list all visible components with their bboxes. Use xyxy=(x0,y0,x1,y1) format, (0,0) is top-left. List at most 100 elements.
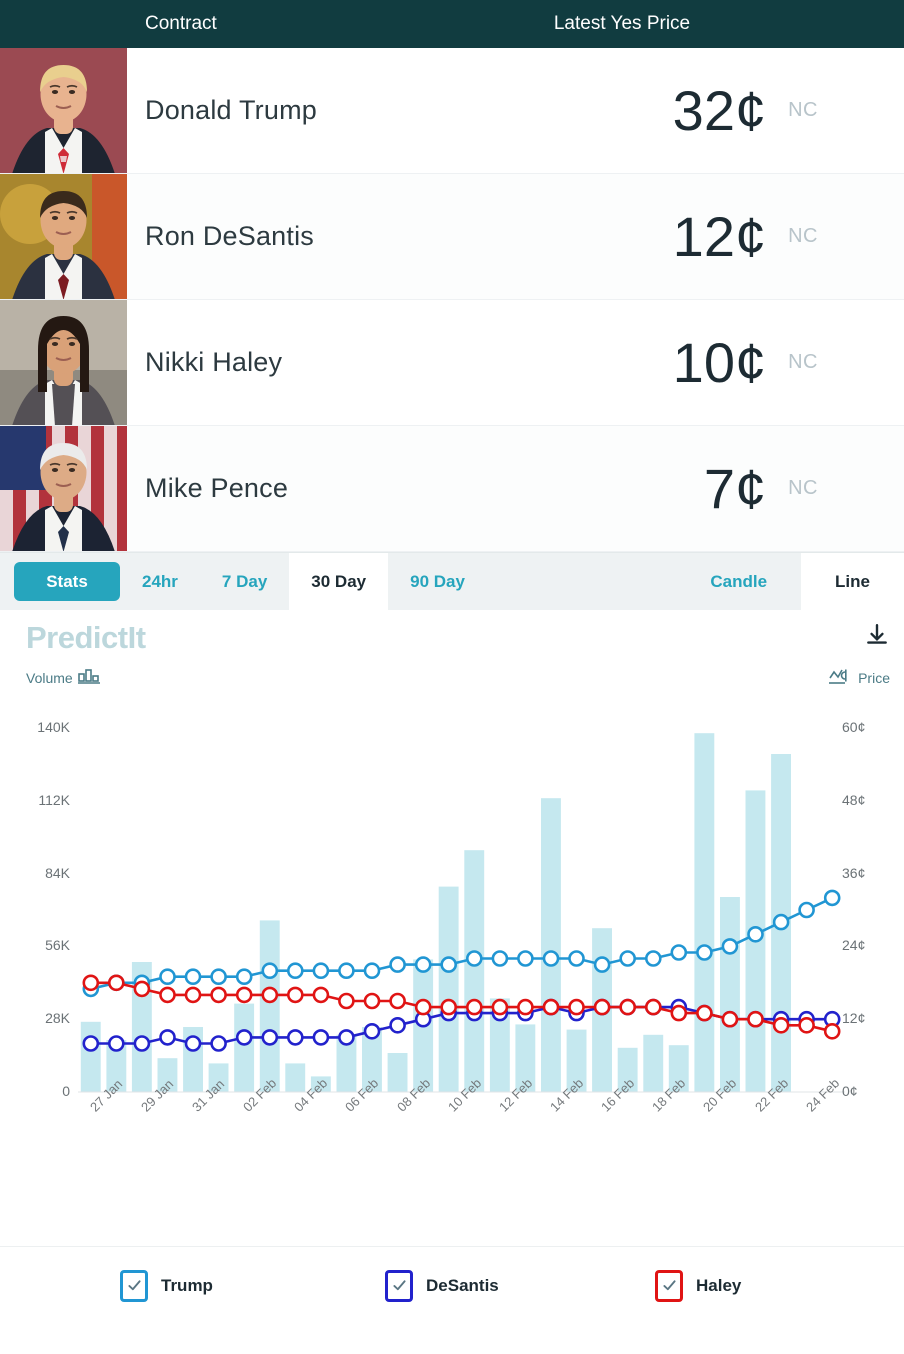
series-point[interactable] xyxy=(159,986,176,1004)
table-row[interactable]: Mike Pence 7¢ NC xyxy=(0,426,904,552)
series-point[interactable] xyxy=(491,998,509,1016)
series-point[interactable] xyxy=(210,986,227,1004)
series-point[interactable] xyxy=(542,998,560,1016)
series-point[interactable] xyxy=(747,925,764,943)
series-point[interactable] xyxy=(338,962,355,980)
series-point[interactable] xyxy=(184,1035,202,1052)
legend-item-trump[interactable]: Trump xyxy=(120,1269,213,1302)
series-point[interactable] xyxy=(644,998,662,1016)
series-point[interactable] xyxy=(644,950,662,967)
stats-button[interactable]: Stats xyxy=(14,562,120,601)
series-point[interactable] xyxy=(338,992,355,1010)
series-point[interactable] xyxy=(619,950,637,967)
series-point[interactable] xyxy=(389,1016,406,1034)
table-row[interactable]: Ron DeSantis 12¢ NC xyxy=(0,174,904,300)
series-point[interactable] xyxy=(363,962,381,980)
series-point[interactable] xyxy=(568,998,585,1016)
volume-bar xyxy=(438,886,459,1092)
table-row[interactable]: Nikki Haley 10¢ NC xyxy=(0,300,904,426)
series-point[interactable] xyxy=(414,998,432,1016)
series-point[interactable] xyxy=(823,1022,841,1040)
series-point[interactable] xyxy=(261,1029,279,1046)
series-point[interactable] xyxy=(389,992,406,1010)
series-point[interactable] xyxy=(159,1029,176,1046)
series-point[interactable] xyxy=(82,974,100,992)
series-point[interactable] xyxy=(721,1010,739,1028)
series-point[interactable] xyxy=(823,889,841,907)
series-point[interactable] xyxy=(312,962,330,980)
series-point[interactable] xyxy=(235,968,253,986)
series-point[interactable] xyxy=(82,1035,100,1052)
series-point[interactable] xyxy=(184,968,202,986)
volume-bar xyxy=(80,1021,101,1092)
series-point[interactable] xyxy=(670,944,688,961)
series-point[interactable] xyxy=(312,986,330,1004)
series-point[interactable] xyxy=(721,938,739,955)
series-point[interactable] xyxy=(798,1016,815,1034)
series-point[interactable] xyxy=(159,968,176,986)
series-point[interactable] xyxy=(440,998,458,1016)
range-tab-24hr[interactable]: 24hr xyxy=(120,553,200,610)
series-point[interactable] xyxy=(619,998,637,1016)
series-point[interactable] xyxy=(210,1035,227,1052)
check-icon xyxy=(662,1280,676,1291)
series-point[interactable] xyxy=(696,1004,713,1022)
legend-checkbox-haley[interactable] xyxy=(655,1269,683,1302)
series-point[interactable] xyxy=(133,1035,151,1052)
series-point[interactable] xyxy=(235,986,253,1004)
series-point[interactable] xyxy=(517,950,534,967)
series-point[interactable] xyxy=(133,980,151,998)
legend-item-desantis[interactable]: DeSantis xyxy=(385,1269,499,1302)
contract-name: Donald Trump xyxy=(145,95,317,125)
series-point[interactable] xyxy=(747,1010,764,1028)
series-point[interactable] xyxy=(414,956,432,973)
series-point[interactable] xyxy=(210,968,227,986)
series-point[interactable] xyxy=(593,956,611,973)
series-point[interactable] xyxy=(542,950,560,967)
range-tab-30-day[interactable]: 30 Day xyxy=(289,553,389,610)
legend-checkbox-desantis[interactable] xyxy=(385,1269,413,1302)
range-tab-7-day[interactable]: 7 Day xyxy=(200,553,289,610)
series-point[interactable] xyxy=(772,913,790,931)
series-point[interactable] xyxy=(465,950,483,967)
series-point[interactable] xyxy=(312,1029,330,1046)
series-point[interactable] xyxy=(389,956,406,973)
table-row[interactable]: Donald Trump 32¢ NC xyxy=(0,48,904,174)
volume-bar xyxy=(259,920,280,1092)
series-point[interactable] xyxy=(517,998,534,1016)
series-point[interactable] xyxy=(363,992,381,1010)
series-point[interactable] xyxy=(670,1004,688,1022)
series-point[interactable] xyxy=(491,950,509,967)
series-point[interactable] xyxy=(286,962,304,980)
series-point[interactable] xyxy=(696,944,713,961)
series-point[interactable] xyxy=(286,986,304,1004)
series-point[interactable] xyxy=(261,962,279,980)
legend-item-haley[interactable]: Haley xyxy=(655,1269,741,1302)
legend-checkbox-trump[interactable] xyxy=(120,1269,148,1302)
contract-name: Nikki Haley xyxy=(145,347,283,377)
series-point[interactable] xyxy=(184,986,202,1004)
mode-tab-candle[interactable]: Candle xyxy=(676,553,801,610)
series-point[interactable] xyxy=(593,998,611,1016)
mode-tab-line[interactable]: Line xyxy=(801,553,904,610)
series-point[interactable] xyxy=(568,950,585,967)
chart-plot-area[interactable]: 0 0¢ 28K 12¢ 56K 24¢ 84K 36¢ 112K 48¢ 140K 60¢ 27 Ja… xyxy=(0,610,904,1246)
volume-bar xyxy=(464,850,485,1092)
series-point[interactable] xyxy=(798,901,815,919)
range-tab-90-day[interactable]: 90 Day xyxy=(388,553,487,610)
contract-list: Donald Trump 32¢ NC Ron DeSantis 12¢ NC Nikki … xyxy=(0,48,904,552)
series-point[interactable] xyxy=(261,986,279,1004)
series-point[interactable] xyxy=(338,1029,355,1046)
series-point[interactable] xyxy=(772,1016,790,1034)
series-point[interactable] xyxy=(465,998,483,1016)
volume-bar xyxy=(234,1003,255,1092)
chart-toolbar: Stats 24hr 7 Day 30 Day 90 Day Candle Line xyxy=(0,552,904,610)
series-point[interactable] xyxy=(363,1022,381,1040)
y-axis-tick-price: 0¢ xyxy=(842,1083,858,1099)
series-point[interactable] xyxy=(108,974,125,992)
series-point[interactable] xyxy=(235,1029,253,1046)
series-point[interactable] xyxy=(440,956,458,973)
series-point[interactable] xyxy=(108,1035,125,1052)
series-point[interactable] xyxy=(286,1029,304,1046)
